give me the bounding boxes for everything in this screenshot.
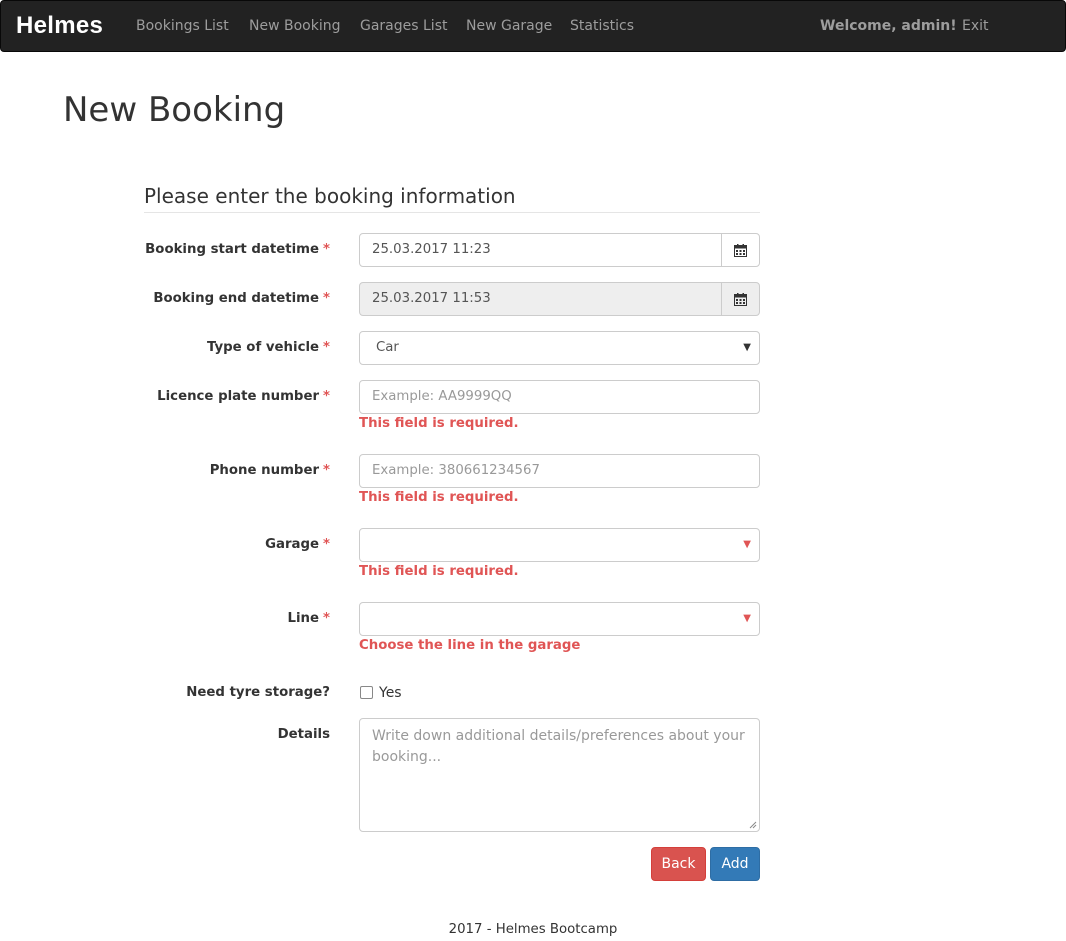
vehicle-type-value: Car <box>376 340 399 355</box>
end-datetime-label: Booking end datetime * <box>153 291 330 306</box>
line-error: Choose the line in the garage <box>359 638 581 653</box>
dropdown-arrow-icon: ▼ <box>743 613 751 624</box>
phone-label: Phone number * <box>210 463 330 478</box>
start-datetime-input[interactable]: 25.03.2017 11:23 <box>359 233 722 267</box>
end-datetime-label-text: Booking end datetime <box>153 291 320 306</box>
page-title: New Booking <box>63 90 286 130</box>
garage-error: This field is required. <box>359 564 519 579</box>
form-section-title: Please enter the booking information <box>144 184 760 213</box>
garage-select[interactable]: ▼ <box>359 528 760 562</box>
end-datetime-value: 25.03.2017 11:53 <box>372 291 491 306</box>
end-datetime-input: 25.03.2017 11:53 <box>359 282 722 316</box>
phone-placeholder: Example: 380661234567 <box>372 463 540 478</box>
plate-input[interactable]: Example: AA9999QQ <box>359 380 760 414</box>
start-datetime-label-text: Booking start datetime <box>145 242 320 257</box>
nav-bookings-list[interactable]: Bookings List <box>136 18 229 34</box>
line-label: Line * <box>288 611 330 626</box>
footer-text: 2017 - Helmes Bootcamp <box>448 922 618 937</box>
required-mark: * <box>323 340 330 355</box>
phone-input[interactable]: Example: 380661234567 <box>359 454 760 488</box>
nav-garages-list[interactable]: Garages List <box>360 18 447 34</box>
required-mark: * <box>323 242 330 257</box>
phone-label-text: Phone number <box>209 463 320 478</box>
tyre-storage-label: Need tyre storage? <box>186 685 330 700</box>
section-title-text: Please enter the booking information <box>144 184 516 208</box>
phone-error: This field is required. <box>359 490 519 505</box>
end-datetime-picker-button[interactable] <box>721 282 760 316</box>
add-button[interactable]: Add <box>710 847 760 881</box>
dropdown-arrow-icon: ▼ <box>743 342 751 353</box>
plate-error: This field is required. <box>359 416 519 431</box>
line-label-text: Line <box>287 611 320 626</box>
required-mark: * <box>323 291 330 306</box>
plate-placeholder: Example: AA9999QQ <box>372 389 512 404</box>
nav-exit[interactable]: Exit <box>962 18 989 34</box>
details-textarea[interactable]: Write down additional details/preference… <box>359 718 760 832</box>
required-mark: * <box>323 389 330 404</box>
top-navbar: Helmes Bookings List New Booking Garages… <box>0 0 1066 52</box>
brand-logo[interactable]: Helmes <box>16 12 103 40</box>
dropdown-arrow-icon: ▼ <box>743 539 751 550</box>
garage-label-text: Garage <box>265 537 320 552</box>
details-label-text: Details <box>277 727 330 742</box>
garage-label: Garage * <box>265 537 330 552</box>
plate-label-text: Licence plate number <box>157 389 320 404</box>
details-label: Details <box>278 727 330 742</box>
start-datetime-label: Booking start datetime * <box>145 242 330 257</box>
back-button[interactable]: Back <box>651 847 706 881</box>
vehicle-type-label: Type of vehicle * <box>207 340 330 355</box>
nav-new-booking[interactable]: New Booking <box>249 18 340 34</box>
tyre-storage-option-label[interactable]: Yes <box>379 685 402 701</box>
plate-label: Licence plate number * <box>157 389 330 404</box>
required-mark: * <box>323 611 330 626</box>
required-mark: * <box>323 537 330 552</box>
welcome-text: Welcome, admin! <box>820 18 957 34</box>
start-datetime-value: 25.03.2017 11:23 <box>372 242 491 257</box>
tyre-storage-label-text: Need tyre storage? <box>186 685 330 700</box>
calendar-icon <box>734 243 747 257</box>
required-mark: * <box>323 463 330 478</box>
resize-grip-icon[interactable] <box>749 821 757 829</box>
vehicle-type-label-text: Type of vehicle <box>206 340 320 355</box>
line-select[interactable]: ▼ <box>359 602 760 636</box>
vehicle-type-select[interactable]: Car ▼ <box>359 331 760 365</box>
nav-statistics[interactable]: Statistics <box>570 18 634 34</box>
nav-new-garage[interactable]: New Garage <box>466 18 552 34</box>
tyre-storage-checkbox[interactable] <box>360 686 373 699</box>
details-placeholder: Write down additional details/preference… <box>372 728 745 765</box>
calendar-icon <box>734 292 747 306</box>
start-datetime-picker-button[interactable] <box>721 233 760 267</box>
